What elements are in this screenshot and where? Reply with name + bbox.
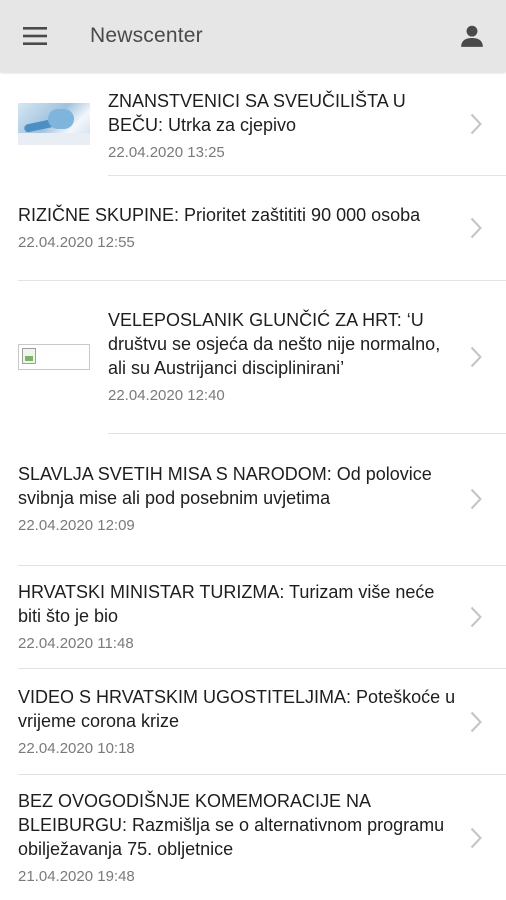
news-title: HRVATSKI MINISTAR TURIZMA: Turizam više … (18, 582, 435, 626)
news-date: 22.04.2020 12:09 (18, 517, 135, 534)
broken-image-icon (18, 344, 90, 370)
news-date: 22.04.2020 12:55 (18, 233, 135, 251)
menu-button[interactable] (0, 0, 70, 72)
news-list: ZNANSTVENICI SA SVEUČILIŠTA U BEČU: Utrk… (0, 72, 506, 900)
chevron-right-icon (470, 711, 482, 732)
chevron-right-icon (470, 488, 482, 510)
app-bar: Newscenter (0, 0, 506, 72)
news-item[interactable]: ZNANSTVENICI SA SVEUČILIŠTA U BEČU: Utrk… (0, 72, 506, 176)
news-title: BEZ OVOGODIŠNJE KOMEMORACIJE NA BLEIBURG… (18, 790, 445, 859)
news-item[interactable]: RIZIČNE SKUPINE: Prioritet zaštititi 90 … (18, 175, 506, 281)
person-icon (461, 25, 483, 47)
chevron-right-icon (470, 113, 482, 134)
news-item[interactable]: BEZ OVOGODIŠNJE KOMEMORACIJE NA BLEIBURG… (18, 775, 506, 900)
news-date: 22.04.2020 12:40 (108, 387, 225, 404)
news-title: RIZIČNE SKUPINE: Prioritet zaštititi 90 … (18, 204, 421, 225)
page-title: Newscenter (90, 24, 203, 47)
news-title: VIDEO S HRVATSKIM UGOSTITELJIMA: Poteško… (18, 686, 456, 731)
news-item[interactable]: VELEPOSLANIK GLUNČIĆ ZA HRT: ‘U društvu … (0, 281, 506, 434)
chevron-right-icon (470, 217, 482, 238)
news-title: VELEPOSLANIK GLUNČIĆ ZA HRT: ‘U društvu … (108, 310, 441, 378)
news-item[interactable]: SLAVLJA SVETIH MISA S NARODOM: Od polovi… (18, 433, 506, 566)
chevron-right-icon (470, 827, 482, 848)
news-thumbnail (18, 102, 90, 145)
news-date: 22.04.2020 11:48 (18, 635, 134, 652)
chevron-right-icon (470, 606, 482, 628)
news-date: 22.04.2020 10:18 (18, 739, 135, 757)
news-title: ZNANSTVENICI SA SVEUČILIŠTA U BEČU: Utrk… (108, 90, 406, 135)
news-date: 22.04.2020 13:25 (108, 143, 225, 161)
hamburger-menu-icon (23, 27, 47, 45)
news-title: SLAVLJA SVETIH MISA S NARODOM: Od polovi… (18, 464, 432, 508)
news-item[interactable]: VIDEO S HRVATSKIM UGOSTITELJIMA: Poteško… (18, 669, 506, 775)
account-button[interactable] (454, 18, 490, 54)
news-date: 21.04.2020 19:48 (18, 867, 135, 885)
news-item[interactable]: HRVATSKI MINISTAR TURIZMA: Turizam više … (18, 566, 506, 669)
chevron-right-icon (470, 346, 482, 368)
